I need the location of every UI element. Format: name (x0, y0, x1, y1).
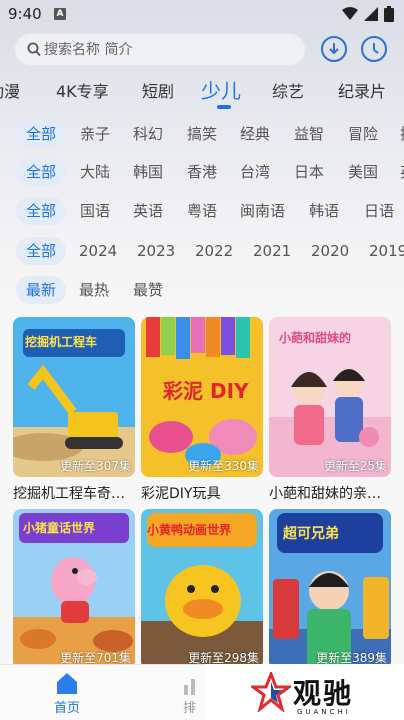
poster: 小黄鸭动画世界 更新至298集 (141, 509, 263, 669)
filter-chip[interactable]: 亲子 (80, 120, 110, 148)
episode-label: 更新至25集 (323, 459, 387, 473)
star-logo-icon (251, 672, 291, 712)
watermark-text: 观驰 (293, 677, 354, 710)
video-card[interactable]: 彩泥 DIY 更新至330集 彩泥DIY玩具 (141, 317, 263, 503)
filter-row-sort: 最新 最热 最赞 (0, 276, 404, 306)
filter-chip[interactable]: 英 (400, 158, 404, 186)
filter-chip[interactable]: 2022 (195, 237, 233, 265)
card-title: 小葩和甜妹的亲… (269, 486, 381, 502)
filter-row-language: 全部 国语 英语 粤语 闽南语 韩语 日语 (0, 197, 404, 227)
tab-channel[interactable]: 纪录片 (338, 78, 386, 102)
filter-chip[interactable]: 台湾 (240, 158, 270, 186)
watermark: 观驰 GUANCHI (205, 664, 404, 720)
filter-row-region: 全部 大陆 韩国 香港 台湾 日本 美国 英 (0, 158, 404, 188)
filter-chip[interactable]: 韩语 (309, 197, 339, 225)
notification-icon: A (54, 8, 66, 20)
search-icon (27, 42, 41, 57)
poster: 挖掘机工程车 更新至307集 (13, 317, 135, 477)
filter-chip[interactable]: 全部 (16, 197, 67, 225)
poster-text: 彩泥 DIY (163, 379, 249, 403)
search-input[interactable] (44, 34, 294, 65)
tab-channel[interactable]: 4K专享 (56, 78, 109, 102)
status-time: 9:40 (8, 5, 42, 23)
watermark-sub: GUANCHI (297, 708, 351, 716)
tab-channel[interactable]: 短剧 (142, 78, 174, 102)
filter-chip[interactable]: 2020 (311, 237, 349, 265)
filter-chip[interactable]: 国语 (80, 197, 110, 225)
filter-chip[interactable]: 日本 (294, 158, 324, 186)
nav-home-label[interactable]: 首页 (54, 697, 80, 716)
episode-label: 更新至307集 (60, 459, 131, 473)
filter-chip[interactable]: 科幻 (133, 120, 163, 148)
tab-channel[interactable]: 综艺 (272, 78, 304, 102)
sort-chip[interactable]: 最赞 (133, 276, 163, 304)
filter-chip[interactable]: 大陆 (80, 158, 110, 186)
card-title: 彩泥DIY玩具 (141, 486, 221, 502)
poster-text: 超可兄弟 (283, 526, 339, 542)
video-card[interactable]: 挖掘机工程车 更新至307集 挖掘机工程车奇… (13, 317, 135, 503)
filter-chip[interactable]: 粤语 (187, 197, 217, 225)
sort-chip[interactable]: 最新 (16, 276, 67, 304)
filter-row-type: 全部 亲子 科幻 搞笑 经典 益智 冒险 探 (0, 120, 404, 150)
tab-channel-active[interactable]: 少儿 (201, 75, 241, 104)
video-card[interactable]: 超可兄弟 更新至389集 (269, 509, 391, 675)
episode-label: 更新至330集 (188, 459, 259, 473)
video-card[interactable]: 小猪童话世界 更新至701集 (13, 509, 135, 675)
filter-chip[interactable]: 2019 (369, 237, 404, 265)
status-bar: 9:40 A (0, 0, 404, 28)
poster: 小葩和甜妹的 更新至25集 (269, 317, 391, 477)
filter-chip[interactable]: 经典 (240, 120, 270, 148)
poster-text: 小黄鸭动画世界 (147, 523, 232, 537)
filter-chip[interactable]: 全部 (16, 237, 67, 265)
filter-chip[interactable]: 冒险 (348, 120, 378, 148)
status-icons (342, 6, 394, 22)
filter-chip[interactable]: 香港 (187, 158, 217, 186)
filter-chip[interactable]: 搞笑 (187, 120, 217, 148)
search-bar[interactable] (14, 33, 306, 66)
filter-chip[interactable]: 日语 (364, 197, 394, 225)
filter-row-year: 全部 2024 2023 2022 2021 2020 2019 (0, 237, 404, 267)
poster: 小猪童话世界 更新至701集 (13, 509, 135, 669)
clock-icon (373, 43, 379, 54)
filter-chip[interactable]: 全部 (16, 158, 67, 186)
tab-channel[interactable]: 动漫 (0, 78, 20, 102)
video-card[interactable]: 小黄鸭动画世界 更新至298集 (141, 509, 263, 675)
poster-text: 小猪童话世界 (23, 521, 96, 535)
home-icon[interactable] (55, 671, 79, 695)
filter-chip[interactable]: 韩国 (133, 158, 163, 186)
active-tab-indicator (217, 105, 231, 109)
poster: 超可兄弟 更新至389集 (269, 509, 391, 669)
download-icon (329, 43, 339, 55)
poster-text: 小葩和甜妹的 (279, 331, 352, 345)
filter-chip[interactable]: 2021 (253, 237, 291, 265)
card-title: 挖掘机工程车奇… (13, 486, 125, 502)
poster-text: 挖掘机工程车 (25, 335, 98, 349)
signal-icon (364, 7, 378, 21)
sort-chip[interactable]: 最热 (79, 276, 109, 304)
filter-chip[interactable]: 全部 (16, 120, 67, 148)
filter-chip[interactable]: 探 (400, 120, 404, 148)
history-button[interactable] (361, 36, 387, 62)
wifi-icon (342, 7, 358, 20)
rank-icon[interactable] (183, 679, 203, 695)
nav-rank-label[interactable]: 排行 (183, 697, 203, 720)
poster: 彩泥 DIY 更新至330集 (141, 317, 263, 477)
filter-chip[interactable]: 益智 (294, 120, 324, 148)
video-card[interactable]: 小葩和甜妹的 更新至25集 小葩和甜妹的亲… (269, 317, 391, 503)
battery-icon (384, 6, 394, 22)
filter-chip[interactable]: 2024 (79, 237, 117, 265)
download-button[interactable] (321, 36, 347, 62)
filter-chip[interactable]: 2023 (137, 237, 175, 265)
filter-chip[interactable]: 英语 (133, 197, 163, 225)
filter-chip[interactable]: 美国 (348, 158, 378, 186)
filter-chip[interactable]: 闽南语 (240, 197, 285, 225)
